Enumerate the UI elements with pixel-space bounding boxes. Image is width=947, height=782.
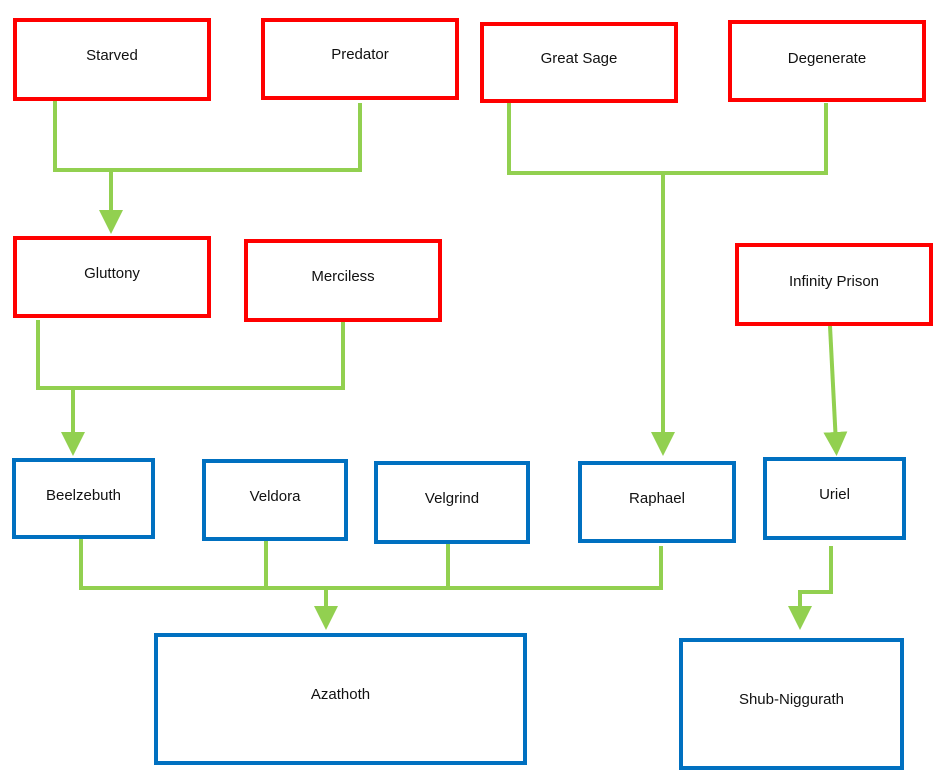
node-raphael: Raphael xyxy=(578,461,736,543)
node-beelzebuth: Beelzebuth xyxy=(12,458,155,539)
connector-greatsage-degenerate xyxy=(507,103,828,175)
connector-bottom-row xyxy=(79,535,663,590)
node-label: Raphael xyxy=(629,490,685,507)
node-label: Shub-Niggurath xyxy=(738,691,845,708)
node-label: Merciless xyxy=(311,268,375,285)
connector-starved-predator xyxy=(53,101,362,172)
node-azathoth: Azathoth xyxy=(154,633,527,765)
connector-gluttony-merciless xyxy=(36,320,345,390)
node-label: Veldora xyxy=(249,488,301,505)
connector-uriel xyxy=(788,546,833,630)
diagram-canvas: Starved Predator Great Sage Degenerate G… xyxy=(0,0,947,782)
node-label: Starved xyxy=(86,47,138,64)
node-label: Azathoth xyxy=(310,686,371,703)
node-label: Velgrind xyxy=(424,490,480,507)
node-starved: Starved xyxy=(13,18,211,101)
node-label: Infinity Prison xyxy=(788,273,880,290)
node-predator: Predator xyxy=(261,18,459,100)
node-label: Gluttony xyxy=(84,265,140,282)
node-great-sage: Great Sage xyxy=(480,22,678,103)
node-shub-niggurath: Shub-Niggurath xyxy=(679,638,904,770)
node-infinity-prison: Infinity Prison xyxy=(735,243,933,326)
node-label: Beelzebuth xyxy=(45,487,122,504)
node-merciless: Merciless xyxy=(244,239,442,322)
node-uriel: Uriel xyxy=(763,457,906,540)
node-velgrind: Velgrind xyxy=(374,461,530,544)
node-gluttony: Gluttony xyxy=(13,236,211,318)
arrow-to-uriel xyxy=(823,325,848,456)
node-label: Uriel xyxy=(819,486,850,503)
node-degenerate: Degenerate xyxy=(728,20,926,102)
node-veldora: Veldora xyxy=(202,459,348,541)
node-label: Degenerate xyxy=(787,50,867,67)
node-label: Predator xyxy=(331,46,389,63)
node-label: Great Sage xyxy=(540,50,618,67)
